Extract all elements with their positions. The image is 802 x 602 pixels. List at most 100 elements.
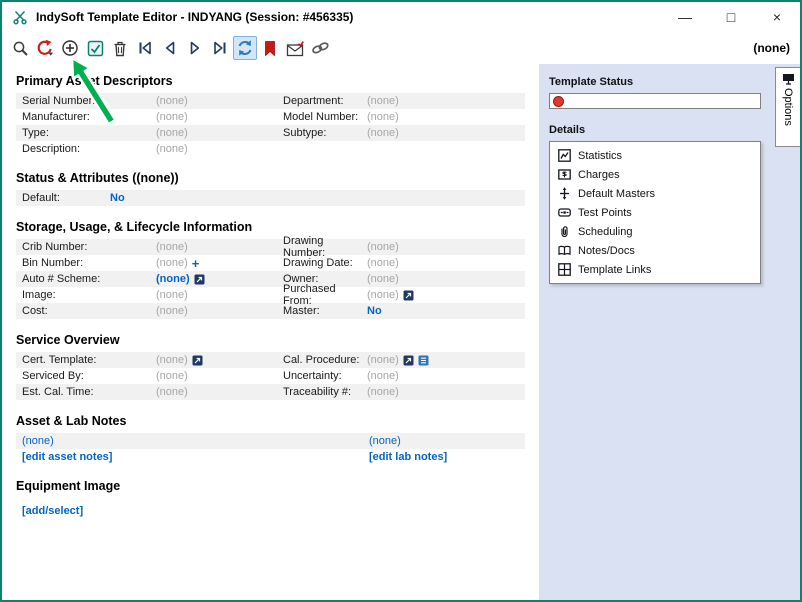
field-value[interactable]: No <box>367 305 382 317</box>
field-row: Bin Number: (none) + Drawing Date: (none… <box>16 255 525 271</box>
field-label: Image: <box>22 289 156 301</box>
field-value-text: (none) <box>367 289 399 301</box>
goto-icon[interactable] <box>403 290 414 301</box>
display-icon <box>782 73 795 85</box>
field-row: Cost: (none) Master: No <box>16 303 525 319</box>
details-label: Details <box>549 124 800 136</box>
add-select-image-link[interactable]: [add/select] <box>22 505 83 517</box>
field-value[interactable]: No <box>110 192 125 204</box>
lab-notes-value: (none) <box>369 435 401 447</box>
asset-notes-value: (none) <box>22 435 369 447</box>
field-label: Cal. Procedure: <box>283 354 367 366</box>
goto-icon[interactable] <box>194 274 205 285</box>
details-item-scheduling[interactable]: Scheduling <box>550 222 760 241</box>
field-label: Traceability #: <box>283 386 367 398</box>
default-masters-icon <box>558 187 571 200</box>
recent-records-button[interactable] <box>33 36 57 60</box>
field-row: Image: (none) Purchased From: (none) <box>16 287 525 303</box>
section-title-equipment-image: Equipment Image <box>16 479 525 493</box>
add-icon <box>61 39 79 57</box>
last-record-button[interactable] <box>208 36 232 60</box>
field-label: Drawing Date: <box>283 257 367 269</box>
add-bin-number-icon[interactable]: + <box>192 257 200 270</box>
refresh-button[interactable] <box>233 36 257 60</box>
refresh-icon <box>236 39 254 57</box>
field-label: Est. Cal. Time: <box>22 386 156 398</box>
options-tab-label: Options <box>782 88 794 126</box>
field-label: Drawing Number: <box>283 235 367 259</box>
next-record-button[interactable] <box>183 36 207 60</box>
search-button[interactable] <box>8 36 32 60</box>
field-value: (none) <box>367 354 429 366</box>
field-row: Default: No <box>16 190 525 206</box>
details-item-label: Scheduling <box>578 226 632 238</box>
field-label: Description: <box>22 143 156 155</box>
field-value: (none) <box>367 289 414 301</box>
field-row: Description: (none) <box>16 141 525 157</box>
maximize-button[interactable]: □ <box>708 2 754 32</box>
link-button[interactable] <box>308 36 332 60</box>
last-record-icon <box>212 40 228 56</box>
first-record-icon <box>137 40 153 56</box>
field-label: Cert. Template: <box>22 354 156 366</box>
field-row: Serial Number: (none) Department: (none) <box>16 93 525 109</box>
template-status-box[interactable] <box>549 93 761 109</box>
delete-button[interactable] <box>108 36 132 60</box>
red-circle-icon <box>553 96 564 107</box>
email-button[interactable] <box>283 36 307 60</box>
field-label: Type: <box>22 127 156 139</box>
window-title: IndySoft Template Editor - INDYANG (Sess… <box>36 10 353 24</box>
minimize-button[interactable]: — <box>662 2 708 32</box>
field-row: Serviced By: (none) Uncertainty: (none) <box>16 368 525 384</box>
first-record-button[interactable] <box>133 36 157 60</box>
details-item-default-masters[interactable]: Default Masters <box>550 184 760 203</box>
add-button[interactable] <box>58 36 82 60</box>
options-tab[interactable]: Options <box>775 67 800 147</box>
field-value: (none) <box>367 273 399 285</box>
previous-record-button[interactable] <box>158 36 182 60</box>
details-item-template-links[interactable]: Template Links <box>550 260 760 279</box>
procedure-doc-icon[interactable] <box>418 355 429 366</box>
field-value-text: (none) <box>156 354 188 366</box>
edit-button[interactable] <box>83 36 107 60</box>
details-item-label: Charges <box>578 169 620 181</box>
details-item-notes-docs[interactable]: Notes/Docs <box>550 241 760 260</box>
field-value: (none) <box>367 257 399 269</box>
recent-records-icon <box>36 39 54 57</box>
details-item-test-points[interactable]: Test Points <box>550 203 760 222</box>
edit-asset-notes-link[interactable]: [edit asset notes] <box>22 451 112 463</box>
details-item-label: Template Links <box>578 264 651 276</box>
charges-icon <box>558 168 571 181</box>
next-record-icon <box>187 40 203 56</box>
details-item-statistics[interactable]: Statistics <box>550 146 760 165</box>
notes-links-row: [edit asset notes] [edit lab notes] <box>16 449 525 465</box>
field-value: (none) <box>156 143 283 155</box>
statistics-icon <box>558 149 571 162</box>
field-row: Est. Cal. Time: (none) Traceability #: (… <box>16 384 525 400</box>
section-title-notes: Asset & Lab Notes <box>16 414 525 428</box>
details-item-label: Test Points <box>578 207 632 219</box>
goto-icon[interactable] <box>403 355 414 366</box>
details-item-label: Statistics <box>578 150 622 162</box>
trash-icon <box>112 40 128 57</box>
field-value: (none) <box>367 95 399 107</box>
equipment-image-row: [add/select] <box>16 503 525 519</box>
sidebar: Template Status Details Statistics Charg… <box>539 64 800 600</box>
close-button[interactable]: × <box>754 2 800 32</box>
field-value: (none) <box>156 289 283 301</box>
field-value: (none) <box>156 95 283 107</box>
field-value: (none) <box>156 111 283 123</box>
field-row: Manufacturer: (none) Model Number: (none… <box>16 109 525 125</box>
field-value-text: (none) <box>367 354 399 366</box>
goto-icon[interactable] <box>192 355 203 366</box>
edit-lab-notes-link[interactable]: [edit lab notes] <box>369 451 447 463</box>
field-value: (none) + <box>156 257 283 270</box>
field-label: Serviced By: <box>22 370 156 382</box>
bookmark-button[interactable] <box>258 36 282 60</box>
email-icon <box>286 40 305 57</box>
auto-scheme-value[interactable]: (none) <box>156 273 190 285</box>
field-value: (none) <box>367 386 399 398</box>
details-item-charges[interactable]: Charges <box>550 165 760 184</box>
section-title-storage: Storage, Usage, & Lifecycle Information <box>16 220 525 234</box>
field-label: Department: <box>283 95 367 107</box>
